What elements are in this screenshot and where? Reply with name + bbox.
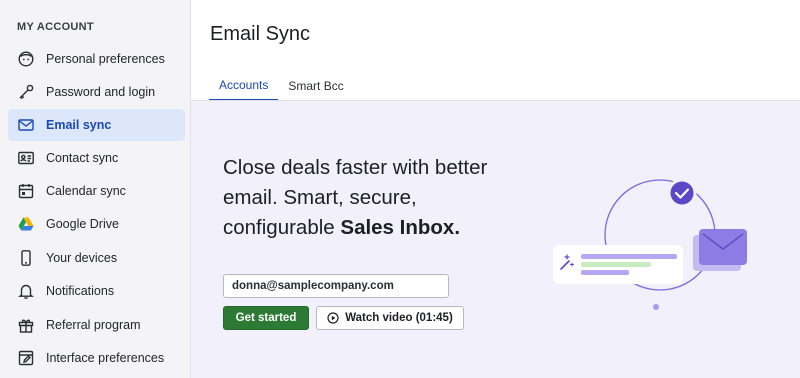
bell-icon [17,282,35,300]
sidebar-item-label: Personal preferences [46,52,165,66]
sidebar: MY ACCOUNT Personal preferences Password… [0,0,191,378]
sidebar-item-password-and-login[interactable]: Password and login [8,76,185,108]
google-drive-icon [17,215,35,233]
sidebar-item-label: Email sync [46,118,112,132]
hero-panel: Close deals faster with better email. Sm… [191,101,800,378]
watch-video-button[interactable]: Watch video (01:45) [316,306,464,330]
sidebar-item-contact-sync[interactable]: Contact sync [8,142,185,174]
face-icon [17,50,35,68]
sidebar-item-label: Google Drive [46,217,119,231]
sidebar-item-google-drive[interactable]: Google Drive [8,208,185,240]
email-input[interactable] [223,274,449,298]
sidebar-item-email-sync[interactable]: Email sync [8,109,185,141]
sidebar-item-label: Interface preferences [46,351,165,365]
envelope-icon [17,116,35,134]
sidebar-item-personal-preferences[interactable]: Personal preferences [8,43,185,75]
tab-bar: Accounts Smart Bcc [209,70,354,101]
edit-window-icon [17,349,35,367]
sidebar-heading: MY ACCOUNT [17,21,94,33]
email-card [553,245,683,284]
check-circle-icon [667,178,697,208]
sidebar-item-label: Password and login [46,85,156,99]
sales-inbox-illustration [541,171,761,321]
sidebar-item-label: Calendar sync [46,184,126,198]
sidebar-item-your-devices[interactable]: Your devices [8,242,185,274]
tab-accounts[interactable]: Accounts [209,70,279,101]
main-content: Email Sync Accounts Smart Bcc Close deal… [191,0,800,378]
hero-headline: Close deals faster with better email. Sm… [223,153,543,243]
headline-line-3: configurable Sales Inbox. [223,213,543,243]
key-icon [17,83,35,101]
play-circle-icon [327,312,339,324]
page-title: Email Sync [210,23,311,45]
sidebar-item-label: Contact sync [46,151,119,165]
sidebar-item-calendar-sync[interactable]: Calendar sync [8,175,185,207]
headline-bold-text: Sales Inbox. [340,216,461,239]
sidebar-item-interface-preferences[interactable]: Interface preferences [8,342,185,374]
phone-icon [17,249,35,267]
watch-video-label: Watch video (01:45) [345,312,453,324]
sidebar-item-label: Referral program [46,318,141,332]
get-started-button[interactable]: Get started [223,306,309,330]
tab-smart-bcc[interactable]: Smart Bcc [278,70,353,101]
envelope-stack [693,229,747,271]
sidebar-item-notifications[interactable]: Notifications [8,275,185,307]
headline-plain-text: configurable [223,216,341,239]
sidebar-item-label: Notifications [46,284,115,298]
calendar-icon [17,182,35,200]
headline-line-1: Close deals faster with better [223,156,488,179]
sidebar-item-referral-program[interactable]: Referral program [8,309,185,341]
sidebar-item-label: Your devices [46,251,118,265]
headline-line-2: email. Smart, secure, [223,186,417,209]
gift-icon [17,316,35,334]
contact-card-icon [17,149,35,167]
